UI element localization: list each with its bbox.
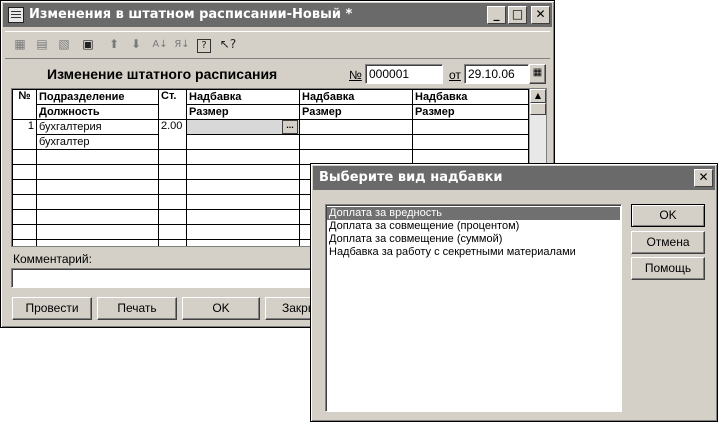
main-titlebar[interactable]: Изменения в штатном расписании-Новый * _… bbox=[3, 3, 552, 27]
row-bonus-2[interactable] bbox=[299, 119, 413, 135]
scroll-thumb[interactable] bbox=[530, 103, 546, 115]
help-icon[interactable]: ? bbox=[197, 39, 211, 53]
comment-label: Комментарий: bbox=[13, 252, 92, 266]
post-button[interactable]: Провести bbox=[12, 297, 92, 320]
table-row[interactable]: 1 бухгалтерия 2.00 ... bbox=[12, 119, 529, 150]
new-row-icon[interactable]: ▦ bbox=[11, 36, 29, 53]
row-size-2[interactable] bbox=[299, 134, 413, 150]
row-rate[interactable]: 2.00 bbox=[158, 119, 187, 150]
date-label: от bbox=[449, 68, 461, 82]
form-title: Изменение штатного расписания bbox=[47, 66, 278, 82]
bonus-type-list[interactable]: Доплата за вредность Доплата за совмещен… bbox=[325, 204, 622, 412]
maximize-button[interactable]: □ bbox=[508, 6, 527, 24]
calendar-button[interactable]: ▦ bbox=[529, 64, 546, 84]
dialog-help-button[interactable]: Помощь bbox=[631, 257, 705, 280]
select-bonus-dialog: Выберите вид надбавки ✕ Доплата за вредн… bbox=[310, 163, 718, 422]
header-dept[interactable]: Подразделение bbox=[36, 89, 159, 105]
row-position[interactable]: бухгалтер bbox=[36, 134, 159, 150]
document-icon bbox=[8, 7, 24, 23]
header-bonus-2[interactable]: Надбавка bbox=[299, 89, 413, 105]
list-item[interactable]: Доплата за совмещение (суммой) bbox=[327, 233, 620, 246]
header-bonus-1[interactable]: Надбавка bbox=[186, 89, 300, 105]
header-num[interactable]: № bbox=[12, 89, 37, 120]
dialog-cancel-button[interactable]: Отмена bbox=[631, 231, 705, 254]
list-item[interactable]: Доплата за совмещение (процентом) bbox=[327, 220, 620, 233]
move-down-icon[interactable]: ⬇ bbox=[127, 36, 145, 53]
close-button[interactable]: ✕ bbox=[531, 6, 550, 24]
header-size-3[interactable]: Размер bbox=[412, 104, 529, 120]
list-item[interactable]: Доплата за вредность bbox=[327, 207, 620, 220]
dialog-titlebar[interactable]: Выберите вид надбавки ✕ bbox=[313, 166, 715, 190]
row-bonus-3[interactable] bbox=[412, 119, 529, 135]
calendar-icon: ▦ bbox=[532, 67, 543, 78]
header-position[interactable]: Должность bbox=[36, 104, 159, 120]
delete-row-icon[interactable]: ▧ bbox=[55, 36, 73, 53]
print-button[interactable]: Печать bbox=[97, 297, 177, 320]
row-size-3[interactable] bbox=[412, 134, 529, 150]
move-up-icon[interactable]: ⬆ bbox=[105, 36, 123, 53]
header-size-2[interactable]: Размер bbox=[299, 104, 413, 120]
number-field[interactable]: 000001 bbox=[365, 64, 443, 84]
row-dept[interactable]: бухгалтерия bbox=[36, 119, 159, 135]
dialog-close-button[interactable]: ✕ bbox=[694, 169, 713, 187]
context-help-icon[interactable]: ↖? bbox=[219, 36, 237, 53]
toolbar: ▦ ▤ ▧ ▣ ⬆ ⬇ A↓ Я↓ ? ↖? bbox=[5, 31, 550, 59]
header-bonus-3[interactable]: Надбавка bbox=[412, 89, 529, 105]
row-bonus-1-active[interactable]: ... bbox=[186, 119, 300, 135]
scroll-up-arrow-icon[interactable]: ▲ bbox=[530, 89, 546, 103]
dialog-title: Выберите вид надбавки bbox=[319, 170, 503, 185]
row-size-1[interactable] bbox=[186, 134, 300, 150]
list-item[interactable]: Надбавка за работу с секретными материал… bbox=[327, 246, 620, 259]
copy-row-icon[interactable]: ▤ bbox=[33, 36, 51, 53]
row-num: 1 bbox=[12, 119, 37, 150]
number-label: № bbox=[349, 68, 362, 82]
table-header-row-2: Должность Размер Размер Размер bbox=[13, 104, 529, 120]
ok-button[interactable]: OK bbox=[182, 297, 260, 320]
table-row-position[interactable]: бухгалтер bbox=[13, 134, 529, 150]
minimize-button[interactable]: _ bbox=[487, 6, 506, 24]
header-size-1[interactable]: Размер bbox=[186, 104, 300, 120]
table-header-row: № Подразделение Ст. Надбавка Надбавка На… bbox=[12, 89, 529, 120]
sort-desc-icon[interactable]: Я↓ bbox=[173, 36, 191, 53]
select-bonus-button[interactable]: ... bbox=[282, 120, 298, 134]
edit-row-icon[interactable]: ▣ bbox=[79, 36, 97, 53]
date-field[interactable]: 29.10.06 bbox=[464, 64, 529, 84]
sort-asc-icon[interactable]: A↓ bbox=[151, 36, 169, 53]
window-title: Изменения в штатном расписании-Новый * bbox=[29, 7, 353, 22]
header-rate[interactable]: Ст. bbox=[158, 89, 187, 120]
dialog-ok-button[interactable]: OK bbox=[631, 204, 705, 227]
